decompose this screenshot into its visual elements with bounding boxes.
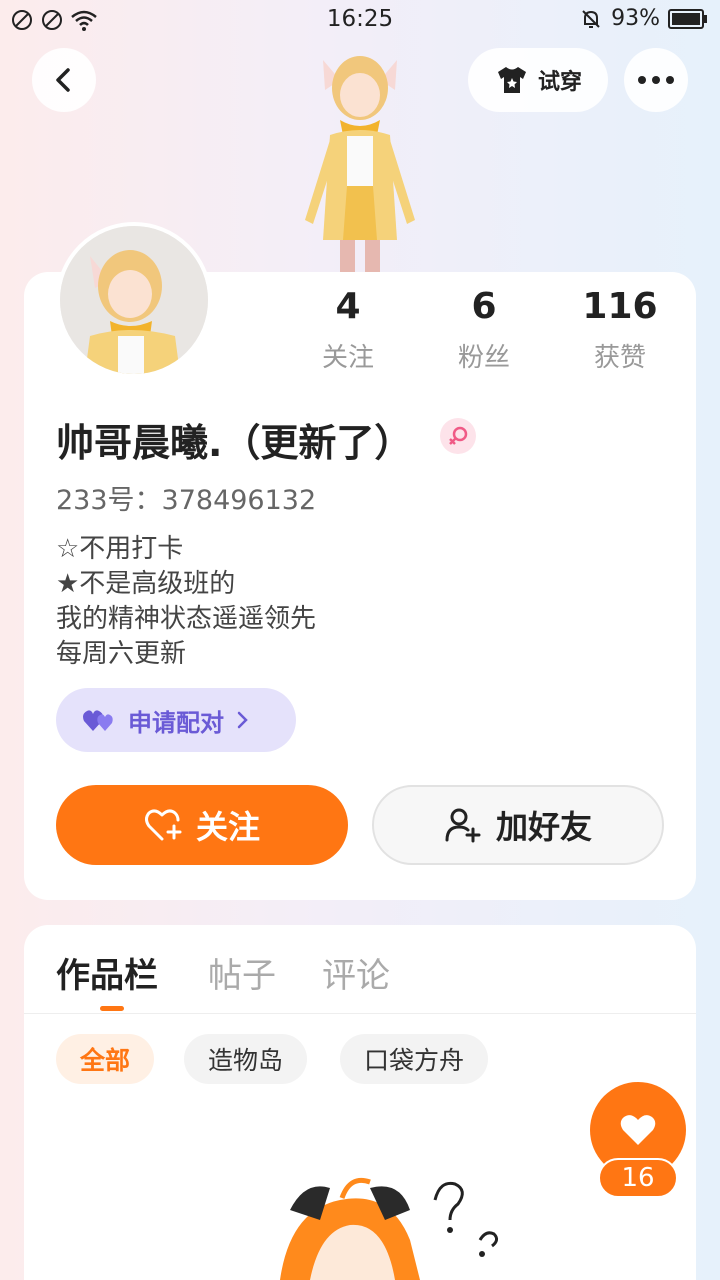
match-label: 申请配对 <box>128 708 224 737</box>
more-icon <box>638 76 674 84</box>
stat-value: 4 <box>335 286 361 327</box>
bell-muted-icon <box>582 9 600 28</box>
hearts-icon <box>83 710 113 731</box>
status-bar: 16:25 93% <box>0 0 720 40</box>
tab-works[interactable]: 作品栏 <box>56 948 158 997</box>
filter-pocket-ark[interactable]: 口袋方舟 <box>340 1034 489 1084</box>
add-friend-label: 加好友 <box>495 808 592 846</box>
tab-comments[interactable]: 评论 <box>322 948 390 997</box>
tryon-label: 试穿 <box>537 70 582 95</box>
stat-fans[interactable]: 6 粉丝 <box>424 286 544 374</box>
battery-icon <box>668 8 707 29</box>
match-request-button[interactable]: 申请配对 <box>56 688 296 752</box>
back-button[interactable] <box>32 48 96 112</box>
gender-badge <box>440 418 476 454</box>
shirt-icon <box>497 67 526 93</box>
stat-value: 6 <box>471 286 497 327</box>
avatar-image <box>60 226 208 374</box>
avatar[interactable] <box>56 222 212 378</box>
username: 帅哥晨曦.（更新了） <box>56 421 413 465</box>
stat-likes[interactable]: 116 获赞 <box>560 286 680 374</box>
tab-divider <box>24 1013 696 1014</box>
bio-line: 我的精神状态遥遥领先 <box>56 604 317 634</box>
add-friend-button[interactable]: 加好友 <box>372 785 664 865</box>
heart-icon <box>620 1115 656 1145</box>
heart-plus-icon <box>144 809 182 841</box>
bio-line: ☆不用打卡 <box>56 534 184 564</box>
stat-value: 116 <box>582 286 658 327</box>
stat-label: 粉丝 <box>457 343 510 373</box>
tab-indicator <box>100 1006 124 1011</box>
bio-line: ★不是高级班的 <box>56 569 236 599</box>
stat-label: 获赞 <box>593 343 646 373</box>
back-icon <box>56 68 70 92</box>
chevron-right-icon <box>237 711 248 729</box>
avatar-3d-figure <box>305 56 415 275</box>
tab-posts[interactable]: 帖子 <box>208 948 276 997</box>
filter-all[interactable]: 全部 <box>56 1034 155 1084</box>
follow-button[interactable]: 关注 <box>56 785 348 865</box>
filter-creation-island[interactable]: 造物岛 <box>184 1034 308 1084</box>
stat-following[interactable]: 4 关注 <box>288 286 408 374</box>
tryon-button[interactable]: 试穿 <box>468 48 608 112</box>
female-icon <box>449 426 468 445</box>
follow-label: 关注 <box>195 808 260 846</box>
user-id: 233号：378496132 <box>56 485 317 516</box>
bio-line: 每周六更新 <box>56 639 187 669</box>
stat-label: 关注 <box>321 343 374 373</box>
more-button[interactable] <box>624 48 688 112</box>
status-right-icons: 93% <box>579 6 708 31</box>
add-user-icon <box>445 808 481 843</box>
bio: ☆不用打卡 ★不是高级班的 我的精神状态遥遥领先 每周六更新 <box>56 532 316 672</box>
like-count: 16 <box>598 1158 678 1198</box>
battery-percent: 93% <box>611 6 660 31</box>
empty-state-mascot <box>280 1177 499 1280</box>
